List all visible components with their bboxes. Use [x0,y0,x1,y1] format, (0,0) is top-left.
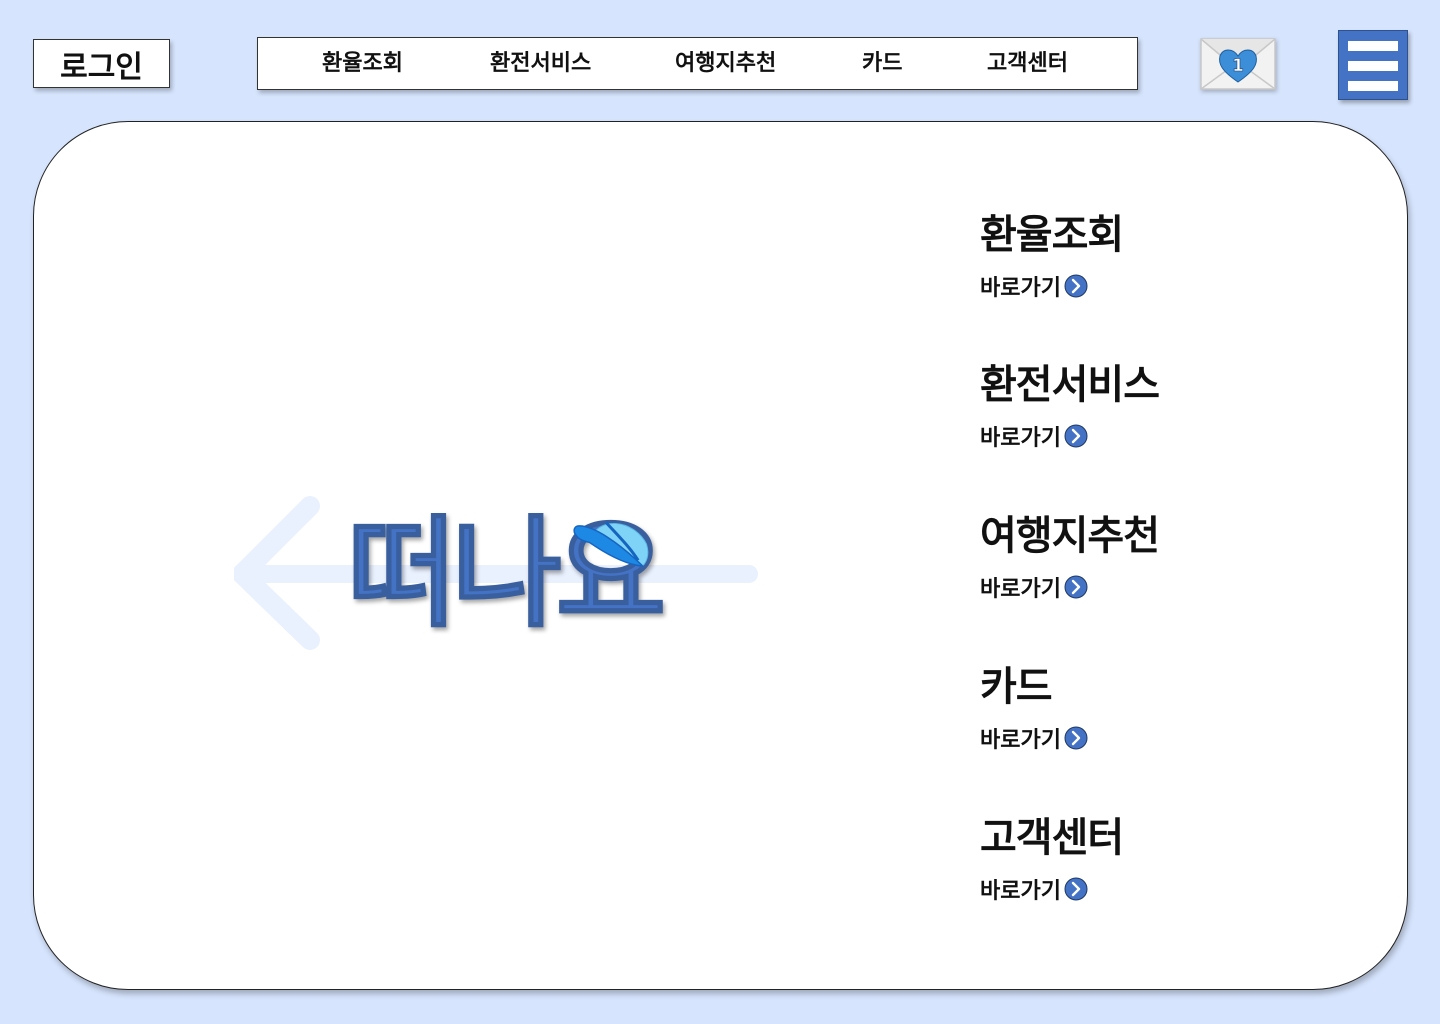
top-nav: 환율조회 환전서비스 여행지추천 카드 고객센터 [257,37,1138,90]
login-button-label: 로그인 [60,49,143,85]
nav-item-exchange-service[interactable]: 환전서비스 [490,38,591,89]
menu-bar [1348,41,1398,51]
chevron-right-circle-icon [1064,274,1088,298]
mail-icon[interactable]: 1 [1200,38,1276,90]
quick-item-travel-recommend: 여행지추천 바로가기 [980,503,1160,603]
quick-item-go-link[interactable]: 바로가기 [980,420,1159,452]
login-button[interactable]: 로그인 [33,39,170,88]
quick-item-link-label: 바로가기 [980,426,1061,451]
quick-item-exchange-rate: 환율조회 바로가기 [980,202,1124,302]
nav-item-exchange-rate[interactable]: 환율조회 [322,38,403,89]
quick-item-title: 카드 [980,664,1053,710]
main-card: 떠나요 환율조회 바로가기 환전서비스 바로가기 여행지추천 바로가기 카드 바… [33,121,1408,990]
chevron-right-circle-icon [1064,424,1088,448]
quick-item-go-link[interactable]: 바로가기 [980,722,1088,754]
quick-item-link-label: 바로가기 [980,879,1061,904]
mail-badge-count: 1 [1232,56,1244,76]
quick-item-link-label: 바로가기 [980,577,1061,602]
quick-item-title: 환율조회 [980,212,1124,258]
quick-item-go-link[interactable]: 바로가기 [980,873,1123,905]
hamburger-menu-button[interactable] [1338,30,1408,100]
quick-item-exchange-service: 환전서비스 바로가기 [980,352,1160,452]
chevron-right-circle-icon [1064,575,1088,599]
hero-graphic: 떠나요 [234,496,758,650]
nav-item-customer-center[interactable]: 고객센터 [987,38,1068,89]
nav-item-travel-recommend[interactable]: 여행지추천 [675,38,776,89]
quick-item-card: 카드 바로가기 [980,654,1088,754]
chevron-right-circle-icon [1064,726,1088,750]
menu-bar [1348,81,1398,91]
chevron-right-circle-icon [1064,877,1088,901]
quick-item-link-label: 바로가기 [980,276,1061,301]
nav-item-card[interactable]: 카드 [862,38,902,89]
quick-item-customer-center: 고객센터 바로가기 [980,805,1124,905]
quick-item-go-link[interactable]: 바로가기 [980,571,1159,603]
quick-item-go-link[interactable]: 바로가기 [980,270,1123,302]
quick-item-title: 환전서비스 [980,362,1160,408]
quick-item-title: 고객센터 [980,815,1124,861]
menu-bar [1348,61,1398,71]
quick-item-title: 여행지추천 [980,513,1160,559]
quick-item-link-label: 바로가기 [980,728,1061,753]
